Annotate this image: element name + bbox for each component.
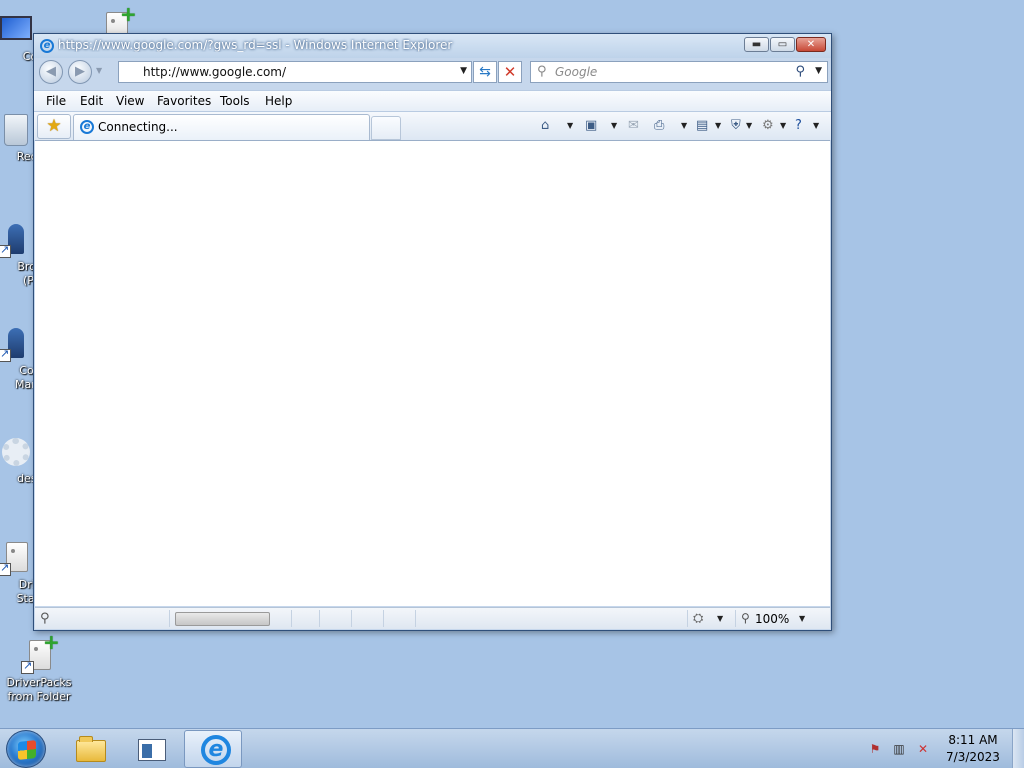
internet-explorer-icon: e xyxy=(80,120,94,134)
refresh-button[interactable]: ⇆ xyxy=(473,61,497,83)
menu-edit[interactable]: Edit xyxy=(80,94,103,108)
home-icon[interactable]: ⌂ xyxy=(541,118,549,134)
minimize-button[interactable]: ▬ xyxy=(744,37,769,52)
menu-view[interactable]: View xyxy=(116,94,144,108)
menu-favorites[interactable]: Favorites xyxy=(157,94,211,108)
window-title: https://www.google.com/?gws_rd=ssl - Win… xyxy=(58,38,453,52)
page-dropdown[interactable]: ▼ xyxy=(715,121,721,130)
clock-time[interactable]: 8:11 AM xyxy=(942,733,1004,747)
page-icon[interactable]: ▤ xyxy=(696,118,708,134)
tools-icon[interactable]: ⚙ xyxy=(762,118,774,134)
shortcut-arrow-icon xyxy=(21,659,34,674)
desktop-icon-label: DriverPacks from Folder xyxy=(6,676,72,703)
menu-file[interactable]: File xyxy=(46,94,66,108)
tray-flag-icon[interactable]: ⚑ xyxy=(866,740,884,758)
tools-dropdown[interactable]: ▼ xyxy=(780,121,786,130)
forward-button[interactable]: ▶ xyxy=(68,60,92,84)
search-options-dropdown[interactable]: ▼ xyxy=(815,66,822,76)
search-input[interactable]: Google xyxy=(555,65,597,79)
taskbar-explorer-button[interactable] xyxy=(59,730,117,768)
taskbar-ie-button[interactable]: e xyxy=(184,730,242,768)
ie-window: e https://www.google.com/?gws_rd=ssl - W… xyxy=(33,33,832,631)
show-desktop-button[interactable] xyxy=(1012,729,1024,768)
zone-dropdown[interactable]: ▼ xyxy=(717,614,723,623)
menu-bar: File Edit View Favorites Tools Help xyxy=(34,90,831,112)
zoom-level[interactable]: 100% xyxy=(755,612,789,626)
status-divider xyxy=(735,610,736,627)
safety-icon[interactable]: ⛨ xyxy=(731,118,741,134)
maximize-button[interactable]: ▭ xyxy=(770,37,795,52)
recent-pages-dropdown[interactable]: ▼ xyxy=(96,66,102,75)
status-bar: ⚲ ⛭ ▼ ⚲ 100% ▼ xyxy=(35,607,830,629)
help-icon[interactable]: ? xyxy=(795,118,802,134)
print-dropdown[interactable]: ▼ xyxy=(681,121,687,130)
plus-icon: + xyxy=(120,2,137,26)
status-divider xyxy=(383,610,384,627)
recycle-bin-icon xyxy=(4,114,28,146)
favorites-star-icon[interactable]: ★ xyxy=(37,114,71,139)
desktop-icon-driverpacks[interactable]: + DriverPacks from Folder xyxy=(1,632,77,704)
taskbar: e ⚑ ▥ ✕ 8:11 AM 7/3/2023 xyxy=(0,728,1024,768)
status-divider xyxy=(291,610,292,627)
plus-icon: + xyxy=(43,630,60,654)
status-divider xyxy=(415,610,416,627)
progress-bar xyxy=(175,612,270,626)
computer-icon xyxy=(0,16,32,40)
taskbar-window-button[interactable] xyxy=(120,730,178,768)
address-dropdown-icon[interactable]: ▼ xyxy=(460,66,467,76)
zoom-icon[interactable]: ⚲ xyxy=(741,611,750,625)
internet-explorer-icon: e xyxy=(201,735,231,765)
feeds-icon[interactable]: ▣ xyxy=(585,118,597,134)
back-button[interactable]: ◀ xyxy=(39,60,63,84)
zoom-dropdown[interactable]: ▼ xyxy=(799,614,805,623)
search-icon: ⚲ xyxy=(40,611,50,626)
safety-dropdown[interactable]: ▼ xyxy=(746,121,752,130)
network-icon[interactable]: ▥ xyxy=(890,740,908,758)
address-bar[interactable]: http://www.google.com/ ▼ xyxy=(118,61,472,83)
tab-label: Connecting... xyxy=(98,120,178,134)
search-icon[interactable]: ⚲ xyxy=(795,64,805,79)
start-button[interactable] xyxy=(6,730,46,768)
tab-bar: ★ e Connecting... ⌂ ▼ ▣ ▼ ✉ ⎙ ▼ ▤ ▼ ⛨ ▼ … xyxy=(34,112,831,140)
navigation-bar: ◀ ▶ ▼ http://www.google.com/ ▼ ⇆ ✕ ⚲ Goo… xyxy=(34,58,831,88)
protected-mode-icon[interactable]: ⛭ xyxy=(693,611,703,626)
volume-muted-icon[interactable]: ✕ xyxy=(914,740,932,758)
new-tab-button[interactable] xyxy=(371,116,401,140)
status-divider xyxy=(351,610,352,627)
title-bar[interactable]: e https://www.google.com/?gws_rd=ssl - W… xyxy=(34,34,831,58)
print-icon[interactable]: ⎙ xyxy=(654,118,664,134)
window-pane-icon xyxy=(138,739,166,761)
status-divider xyxy=(169,610,170,627)
help-dropdown[interactable]: ▼ xyxy=(813,121,819,130)
clock-date[interactable]: 7/3/2023 xyxy=(942,750,1004,764)
internet-explorer-icon: e xyxy=(40,39,54,53)
shortcut-arrow-icon xyxy=(0,243,11,258)
stop-button[interactable]: ✕ xyxy=(498,61,522,83)
close-button[interactable]: ✕ xyxy=(796,37,826,52)
feeds-dropdown[interactable]: ▼ xyxy=(611,121,617,130)
mail-icon[interactable]: ✉ xyxy=(628,118,639,134)
status-divider xyxy=(319,610,320,627)
gear-icon xyxy=(2,438,30,466)
status-divider xyxy=(687,610,688,627)
shortcut-arrow-icon xyxy=(0,347,11,362)
folder-icon xyxy=(76,736,106,762)
tab-current[interactable]: e Connecting... xyxy=(73,114,370,140)
address-input[interactable]: http://www.google.com/ xyxy=(143,65,286,79)
windows-logo-icon xyxy=(18,740,36,760)
shortcut-arrow-icon xyxy=(0,561,11,576)
menu-tools[interactable]: Tools xyxy=(220,94,250,108)
page-content[interactable] xyxy=(35,140,830,606)
search-box[interactable]: ⚲ Google ⚲ ▼ xyxy=(530,61,828,83)
home-dropdown[interactable]: ▼ xyxy=(567,121,573,130)
search-provider-icon: ⚲ xyxy=(537,64,547,79)
menu-help[interactable]: Help xyxy=(265,94,292,108)
